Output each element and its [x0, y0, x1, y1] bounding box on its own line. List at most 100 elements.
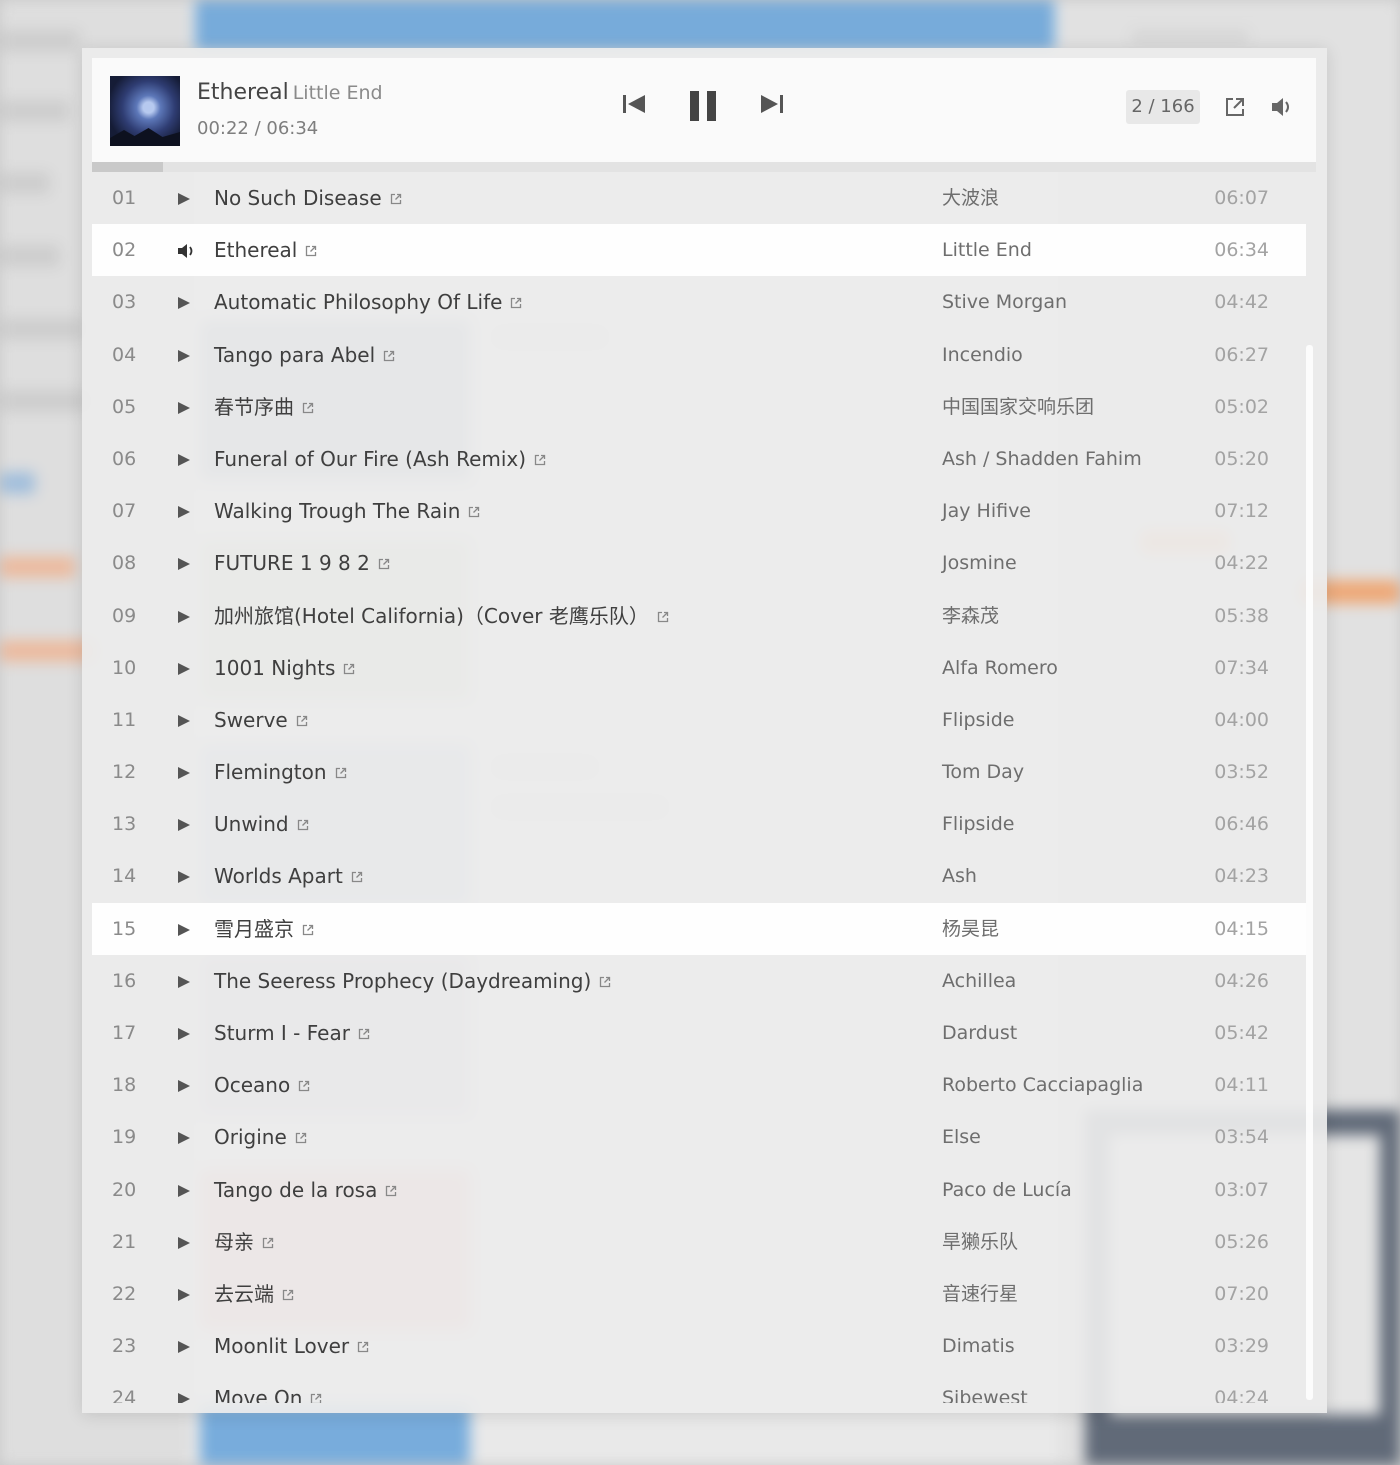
- play-triangle-icon[interactable]: [177, 504, 191, 523]
- track-title[interactable]: Walking Trough The Rain: [214, 485, 480, 537]
- play-triangle-icon[interactable]: [177, 1235, 191, 1254]
- external-link-icon[interactable]: [468, 485, 480, 518]
- track-title[interactable]: The Seeress Prophecy (Daydreaming): [214, 955, 611, 1007]
- external-link-icon[interactable]: [383, 329, 395, 361]
- track-title[interactable]: 加州旅馆(Hotel California)（Cover 老鹰乐队）: [214, 590, 669, 642]
- track-row[interactable]: 02 Ethereal Little End 06:34: [92, 224, 1306, 277]
- track-row[interactable]: 19 Origine Else 03:54: [92, 1111, 1306, 1163]
- track-row[interactable]: 01 No Such Disease 大波浪 06:07: [92, 172, 1306, 224]
- track-title[interactable]: Moonlit Lover: [214, 1320, 369, 1372]
- external-link-icon[interactable]: [295, 1111, 307, 1144]
- play-triangle-icon[interactable]: [177, 400, 191, 419]
- track-title[interactable]: Move On: [214, 1372, 322, 1403]
- track-row[interactable]: 12 Flemington Tom Day 03:52: [92, 746, 1306, 798]
- volume-button[interactable]: [1270, 96, 1294, 122]
- track-artist[interactable]: 音速行星: [942, 1268, 1018, 1320]
- track-artist[interactable]: Sibewest: [942, 1372, 1028, 1403]
- track-artist[interactable]: Incendio: [942, 329, 1023, 381]
- track-row[interactable]: 22 去云端 音速行星 07:20: [92, 1268, 1306, 1320]
- play-triangle-icon[interactable]: [177, 1183, 191, 1202]
- track-title[interactable]: Oceano: [214, 1059, 310, 1111]
- play-triangle-icon[interactable]: [177, 1339, 191, 1358]
- track-artist[interactable]: Dardust: [942, 1007, 1017, 1059]
- track-artist[interactable]: 杨昊昆: [942, 903, 999, 955]
- track-artist[interactable]: Tom Day: [942, 746, 1024, 798]
- external-link-icon[interactable]: [358, 1007, 370, 1040]
- play-triangle-icon[interactable]: [177, 1026, 191, 1045]
- external-link-icon[interactable]: [302, 381, 314, 413]
- play-triangle-icon[interactable]: [177, 295, 191, 314]
- track-row[interactable]: 05 春节序曲 中国国家交响乐团 05:02: [92, 381, 1306, 433]
- track-artist[interactable]: Ash / Shadden Fahim: [942, 433, 1142, 485]
- track-title[interactable]: 去云端: [214, 1268, 294, 1320]
- external-link-icon[interactable]: [534, 433, 546, 466]
- track-title[interactable]: 春节序曲: [214, 381, 314, 433]
- track-row[interactable]: 08 FUTURE 1 9 8 2 Josmine 04:22: [92, 537, 1306, 589]
- track-row[interactable]: 18 Oceano Roberto Cacciapaglia 04:11: [92, 1059, 1306, 1111]
- track-row[interactable]: 16 The Seeress Prophecy (Daydreaming) Achi…: [92, 955, 1306, 1007]
- album-cover[interactable]: [110, 76, 180, 146]
- play-triangle-icon[interactable]: [177, 1287, 191, 1306]
- play-triangle-icon[interactable]: [177, 609, 191, 628]
- external-link-icon[interactable]: [378, 537, 390, 570]
- track-row[interactable]: 23 Moonlit Lover Dimatis 03:29: [92, 1320, 1306, 1372]
- track-title[interactable]: 雪月盛京: [214, 903, 314, 955]
- track-title[interactable]: No Such Disease: [214, 172, 402, 224]
- speaker-icon[interactable]: [177, 243, 197, 263]
- external-link-icon[interactable]: [302, 903, 314, 935]
- play-triangle-icon[interactable]: [177, 348, 191, 367]
- open-external-button[interactable]: [1224, 96, 1246, 122]
- track-row[interactable]: 04 Tango para Abel Incendio 06:27: [92, 329, 1306, 381]
- track-artist[interactable]: Little End: [942, 224, 1032, 276]
- play-triangle-icon[interactable]: [177, 974, 191, 993]
- track-title[interactable]: Funeral of Our Fire (Ash Remix): [214, 433, 546, 485]
- track-row[interactable]: 17 Sturm I - Fear Dardust 05:42: [92, 1007, 1306, 1059]
- play-triangle-icon[interactable]: [177, 1391, 191, 1403]
- track-artist[interactable]: Roberto Cacciapaglia: [942, 1059, 1143, 1111]
- play-triangle-icon[interactable]: [177, 191, 191, 210]
- track-row[interactable]: 07 Walking Trough The Rain Jay Hifive 07:12: [92, 485, 1306, 537]
- play-triangle-icon[interactable]: [177, 817, 191, 836]
- track-title[interactable]: Flemington: [214, 746, 347, 798]
- play-triangle-icon[interactable]: [177, 765, 191, 784]
- track-artist[interactable]: Alfa Romero: [942, 642, 1058, 694]
- track-title[interactable]: Origine: [214, 1111, 307, 1163]
- track-title[interactable]: Worlds Apart: [214, 850, 363, 902]
- track-row[interactable]: 10 1001 Nights Alfa Romero 07:34: [92, 642, 1306, 694]
- track-row[interactable]: 13 Unwind Flipside 06:46: [92, 798, 1306, 850]
- track-artist[interactable]: 李森茂: [942, 590, 999, 642]
- external-link-icon[interactable]: [599, 955, 611, 987]
- track-row[interactable]: 20 Tango de la rosa Paco de Lucía 03:07: [92, 1164, 1306, 1216]
- external-link-icon[interactable]: [298, 1059, 310, 1092]
- track-artist[interactable]: Josmine: [942, 537, 1017, 589]
- play-triangle-icon[interactable]: [177, 452, 191, 471]
- external-link-icon[interactable]: [310, 1372, 322, 1403]
- track-title[interactable]: 母亲: [214, 1216, 274, 1268]
- track-row[interactable]: 11 Swerve Flipside 04:00: [92, 694, 1306, 746]
- track-artist[interactable]: Achillea: [942, 955, 1016, 1007]
- play-triangle-icon[interactable]: [177, 869, 191, 888]
- scrollbar[interactable]: [1306, 345, 1313, 1400]
- external-link-icon[interactable]: [282, 1268, 294, 1301]
- track-artist[interactable]: Paco de Lucía: [942, 1164, 1072, 1216]
- track-artist[interactable]: Dimatis: [942, 1320, 1015, 1372]
- track-artist[interactable]: Jay Hifive: [942, 485, 1031, 537]
- play-triangle-icon[interactable]: [177, 922, 191, 941]
- track-title[interactable]: Tango de la rosa: [214, 1164, 397, 1216]
- progress-bar[interactable]: [92, 162, 1316, 172]
- external-link-icon[interactable]: [297, 798, 309, 831]
- play-triangle-icon[interactable]: [177, 1078, 191, 1097]
- track-artist[interactable]: Else: [942, 1111, 981, 1163]
- track-artist[interactable]: 中国国家交响乐团: [942, 381, 1094, 433]
- external-link-icon[interactable]: [262, 1216, 274, 1248]
- external-link-icon[interactable]: [510, 276, 522, 309]
- track-row[interactable]: 21 母亲 旱獭乐队 05:26: [92, 1216, 1306, 1268]
- external-link-icon[interactable]: [390, 172, 402, 205]
- track-row[interactable]: 09 加州旅馆(Hotel California)（Cover 老鹰乐队） 李森茂 0…: [92, 590, 1306, 642]
- previous-button[interactable]: [622, 92, 646, 116]
- track-row[interactable]: 15 雪月盛京 杨昊昆 04:15: [92, 902, 1306, 955]
- external-link-icon[interactable]: [343, 642, 355, 674]
- track-title[interactable]: Sturm I - Fear: [214, 1007, 370, 1059]
- track-row[interactable]: 03 Automatic Philosophy Of Life Stive Morg…: [92, 276, 1306, 328]
- play-triangle-icon[interactable]: [177, 661, 191, 680]
